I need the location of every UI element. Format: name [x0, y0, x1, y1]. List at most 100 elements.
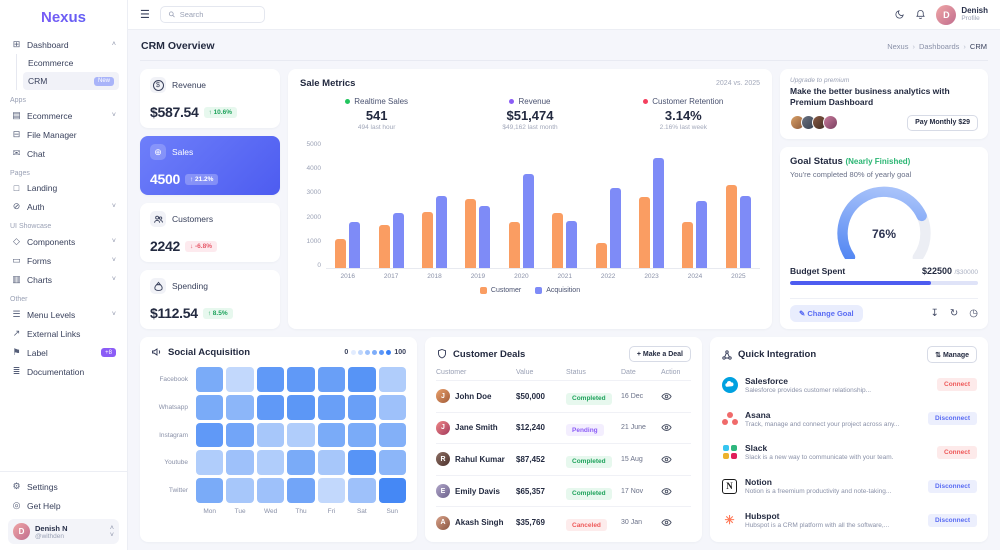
stat-delta: ↓ -6.8%: [185, 241, 217, 252]
bar-customer: [596, 243, 607, 268]
bar-customer: [509, 222, 520, 268]
scale-dot: [358, 350, 363, 355]
stat-delta: ↑ 10.6%: [204, 107, 238, 118]
history-clock-icon[interactable]: ◷: [969, 308, 978, 319]
heatmap-cell: [318, 367, 345, 392]
connect-button[interactable]: Connect: [937, 446, 977, 459]
bar-customer: [335, 239, 346, 268]
sidebar-item-components[interactable]: ◇Components˅: [8, 232, 119, 251]
sidebar-item-label: Charts: [27, 275, 107, 285]
stat-value: 2242: [150, 238, 180, 254]
connect-button[interactable]: Connect: [937, 378, 977, 391]
sidebar-item-menu-levels[interactable]: ☰Menu Levels˅: [8, 305, 119, 324]
sidebar: Nexus ⊞Dashboard˄EcommerceCRMNewApps▤Eco…: [0, 0, 128, 550]
sidebar-item-settings[interactable]: ⚙Settings: [8, 477, 119, 496]
search-box[interactable]: [160, 6, 265, 23]
deal-customer: AAkash Singh: [436, 516, 516, 530]
chevron-down-icon: ˅: [112, 238, 116, 245]
disconnect-button[interactable]: Disconnect: [928, 480, 977, 493]
chevron-down-icon: ˅: [112, 257, 116, 264]
documentation-icon: ≣: [11, 366, 22, 377]
topbar: ☰ D Denish Profile: [128, 0, 1000, 30]
dollar-icon: $: [150, 77, 166, 93]
chevron-down-icon: ˅: [112, 112, 116, 119]
sidebar-item-auth[interactable]: ⊘Auth˅: [8, 197, 119, 216]
sidebar-item-ecommerce[interactable]: ▤Ecommerce˅: [8, 106, 119, 125]
stat-card-spending[interactable]: Spending$112.54↑ 8.5%: [140, 270, 280, 329]
breadcrumb-separator: ›: [963, 42, 966, 51]
breadcrumb-item[interactable]: Nexus: [887, 42, 908, 51]
kpi-value: 3.14%: [607, 108, 760, 123]
status-badge: Canceled: [566, 519, 607, 531]
integration-description: Salesforce provides customer relationshi…: [745, 387, 930, 394]
stat-card-customers[interactable]: Customers2242↓ -6.8%: [140, 203, 280, 262]
pay-monthly-button[interactable]: Pay Monthly $29: [907, 115, 978, 131]
sidebar-item-crm[interactable]: CRMNew: [23, 72, 119, 90]
integration-name: Salesforce: [745, 376, 930, 386]
sidebar-item-label: Landing: [27, 183, 116, 193]
breadcrumb-item[interactable]: Dashboards: [919, 42, 959, 51]
download-icon[interactable]: ↧: [930, 308, 938, 319]
sidebar-item-dashboard[interactable]: ⊞Dashboard˄: [8, 35, 119, 54]
change-goal-button[interactable]: ✎ Change Goal: [790, 305, 863, 322]
sidebar-item-forms[interactable]: ▭Forms˅: [8, 251, 119, 270]
notifications-bell-icon[interactable]: [915, 9, 926, 20]
integration-title: Quick Integration: [738, 349, 816, 360]
gauge-percent: 76%: [818, 227, 950, 241]
app-logo[interactable]: Nexus: [0, 0, 127, 33]
heatmap-cell: [379, 395, 406, 420]
heatmap-cell: [318, 478, 345, 503]
stat-card-revenue[interactable]: $Revenue$587.54↑ 10.6%: [140, 69, 280, 128]
bar-acquisition: [740, 196, 751, 268]
make-a-deal-button[interactable]: + Make a Deal: [629, 346, 691, 362]
scale-dot: [386, 350, 391, 355]
view-deal-button[interactable]: [661, 486, 691, 497]
sidebar-item-external-links[interactable]: ↗External Links: [8, 324, 119, 343]
breadcrumb-item[interactable]: CRM: [970, 42, 987, 51]
view-deal-button[interactable]: [661, 391, 691, 402]
stat-label: Sales: [172, 147, 193, 157]
chevron-down-icon: ˅: [112, 311, 116, 318]
bar-acquisition: [653, 158, 664, 268]
sidebar-item-charts[interactable]: ▥Charts˅: [8, 270, 119, 289]
deals-table-body: JJohn Doe$50,000Completed16 DecJJane Smi…: [436, 380, 691, 538]
kpi-sublabel: 2.16% last week: [607, 124, 760, 131]
bar-customer: [682, 222, 693, 268]
sidebar-item-ecommerce[interactable]: Ecommerce: [23, 54, 119, 72]
search-input[interactable]: [180, 10, 257, 19]
sidebar-item-file-manager[interactable]: ⊟File Manager: [8, 125, 119, 144]
sidebar-item-label: Dashboard: [27, 40, 107, 50]
deals-column-header: Value: [516, 369, 566, 376]
sidebar-item-chat[interactable]: ✉Chat: [8, 144, 119, 163]
deal-status: Completed: [566, 387, 621, 405]
disconnect-button[interactable]: Disconnect: [928, 514, 977, 527]
bar-acquisition: [566, 221, 577, 268]
heatmap-cell: [257, 367, 284, 392]
refresh-icon[interactable]: ↻: [950, 308, 958, 319]
sidebar-item-get-help[interactable]: ◎Get Help: [8, 496, 119, 515]
heatmap-cell: [287, 395, 314, 420]
sidebar-user-card[interactable]: D Denish N @withden ˄˅: [8, 519, 119, 544]
integration-slack: SlackSlack is a new way to communicate w…: [721, 436, 977, 470]
kpi-realtime-sales: Realtime Sales541494 last hour: [300, 97, 453, 131]
stat-card-sales[interactable]: ⊕Sales4500↑ 21.2%: [140, 136, 280, 195]
heatmap-col-label: Tue: [226, 506, 253, 533]
view-deal-button[interactable]: [661, 454, 691, 465]
view-deal-button[interactable]: [661, 422, 691, 433]
deal-value: $65,357: [516, 487, 566, 496]
view-deal-button[interactable]: [661, 517, 691, 528]
manage-button[interactable]: ⇅ Manage: [927, 346, 977, 363]
legend-label: Customer: [491, 287, 521, 294]
profile-menu[interactable]: D Denish Profile: [936, 5, 988, 25]
kpi-dot: [509, 99, 514, 104]
bar-acquisition: [610, 188, 621, 268]
sidebar-item-landing[interactable]: □Landing: [8, 179, 119, 197]
theme-toggle-icon[interactable]: [894, 9, 905, 20]
y-axis: 500040003000200010000: [300, 141, 326, 269]
sidebar-item-label[interactable]: ⚑Label+8: [8, 343, 119, 362]
main-area: ☰ D Denish Profile: [128, 0, 1000, 550]
sidebar-item-documentation[interactable]: ≣Documentation: [8, 362, 119, 381]
menu-toggle-icon[interactable]: ☰: [140, 8, 150, 21]
disconnect-button[interactable]: Disconnect: [928, 412, 977, 425]
chart-legend: CustomerAcquisition: [300, 287, 760, 294]
